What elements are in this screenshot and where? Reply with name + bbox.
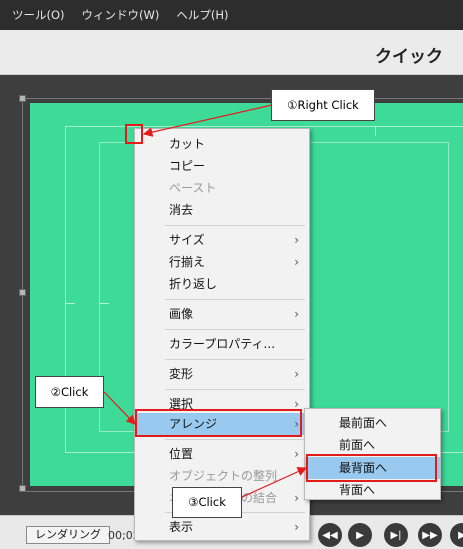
callout-step2: ②Click — [35, 376, 104, 408]
arrow-step2 — [103, 391, 136, 425]
arrow-step3 — [239, 467, 308, 499]
annotation-arrows — [103, 104, 308, 499]
callout-step1: ①Right Click — [271, 89, 375, 121]
arrow-step1 — [142, 104, 273, 137]
callout-step3: ③Click — [172, 487, 242, 518]
